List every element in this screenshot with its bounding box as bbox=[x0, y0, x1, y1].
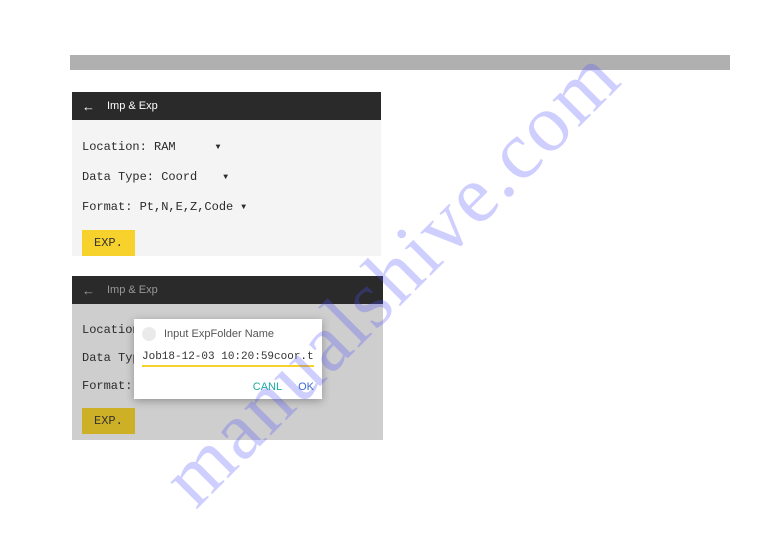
export-button[interactable]: EXP. bbox=[82, 408, 135, 434]
location-label: Location: bbox=[82, 137, 154, 157]
imp-exp-panel-1: ← Imp & Exp Location: RAM ▼ Data Type: C… bbox=[72, 92, 381, 256]
titlebar-text: Imp & Exp bbox=[107, 100, 158, 112]
datatype-value: Coord bbox=[161, 167, 197, 187]
chevron-down-icon: ▼ bbox=[216, 138, 221, 158]
back-icon[interactable]: ← bbox=[82, 99, 95, 114]
dialog-actions: CANL OK bbox=[142, 381, 314, 393]
chevron-down-icon: ▼ bbox=[223, 168, 228, 188]
titlebar: ← Imp & Exp bbox=[72, 92, 381, 120]
format-label: Format: bbox=[82, 197, 140, 217]
dialog-title: Input ExpFolder Name bbox=[164, 328, 274, 340]
location-label: Location bbox=[82, 320, 140, 340]
folder-name-input[interactable] bbox=[142, 349, 314, 367]
datatype-row[interactable]: Data Type: Coord ▼ bbox=[82, 166, 371, 188]
back-icon[interactable]: ← bbox=[82, 283, 95, 298]
ok-button[interactable]: OK bbox=[298, 381, 314, 393]
location-value: RAM bbox=[154, 137, 176, 157]
datatype-label: Data Typ bbox=[82, 348, 140, 368]
input-folder-dialog: Input ExpFolder Name CANL OK bbox=[134, 319, 322, 399]
export-button[interactable]: EXP. bbox=[82, 230, 135, 256]
dialog-icon bbox=[142, 327, 156, 341]
panel-content: Location: RAM ▼ Data Type: Coord ▼ Forma… bbox=[72, 120, 381, 264]
format-value: Pt,N,E,Z,Code bbox=[140, 197, 234, 217]
dialog-title-row: Input ExpFolder Name bbox=[142, 327, 314, 341]
titlebar: ← Imp & Exp bbox=[72, 276, 383, 304]
cancel-button[interactable]: CANL bbox=[253, 381, 282, 393]
titlebar-text: Imp & Exp bbox=[107, 284, 158, 296]
datatype-label: Data Type: bbox=[82, 167, 161, 187]
page-top-bar bbox=[70, 55, 730, 70]
chevron-down-icon: ▼ bbox=[241, 198, 246, 218]
location-row[interactable]: Location: RAM ▼ bbox=[82, 136, 371, 158]
format-row[interactable]: Format: Pt,N,E,Z,Code ▼ bbox=[82, 196, 371, 218]
imp-exp-panel-2: ← Imp & Exp Location Data Typ Format: P … bbox=[72, 276, 383, 440]
